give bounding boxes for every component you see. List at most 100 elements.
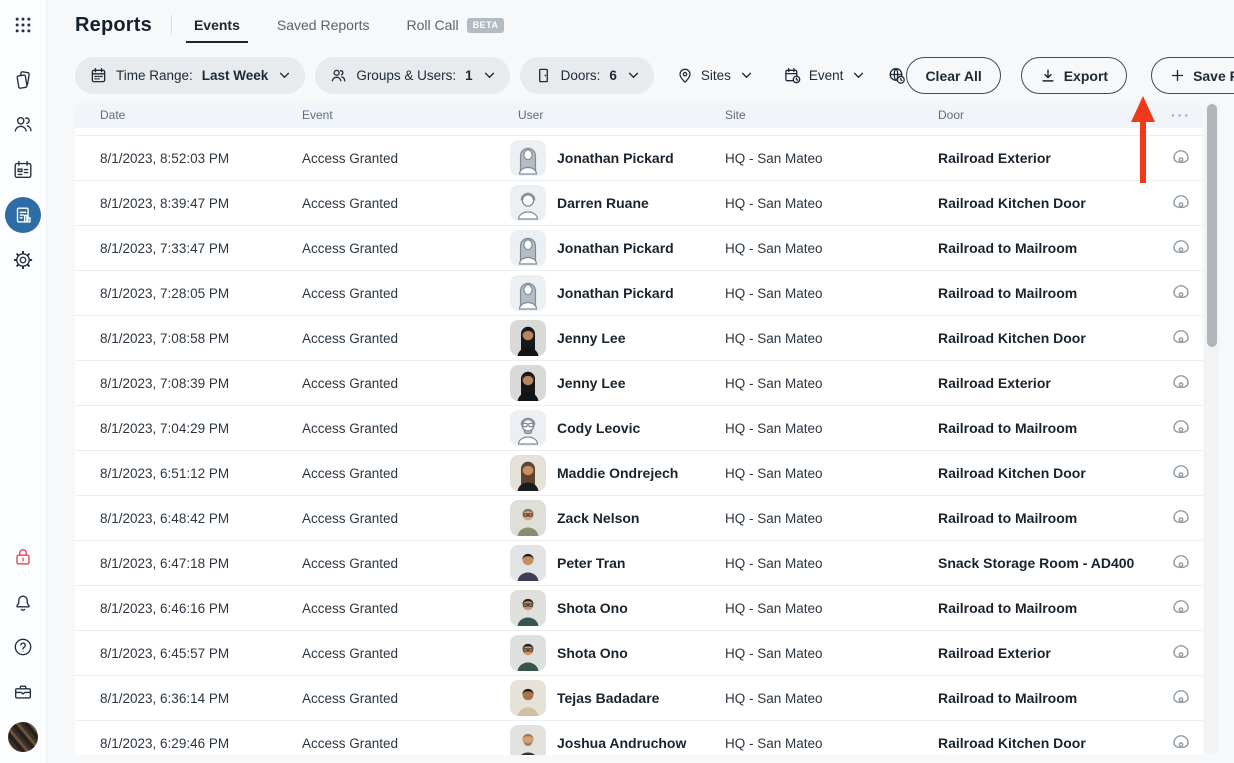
sidebar	[0, 0, 47, 763]
camera-icon[interactable]	[1171, 643, 1191, 663]
user-name: Joshua Andruchow	[557, 735, 686, 751]
cell-site: HQ - San Mateo	[725, 421, 938, 436]
camera-icon[interactable]	[1171, 463, 1191, 483]
table-row[interactable]: 8/1/2023, 6:48:42 PM Access Granted Zack…	[75, 495, 1203, 540]
cell-event: Access Granted	[302, 511, 510, 526]
tab-saved-reports[interactable]: Saved Reports	[274, 17, 373, 33]
doors-filter[interactable]: Doors: 6	[520, 57, 654, 94]
cell-user: Joshua Andruchow	[510, 725, 725, 755]
cell-event: Access Granted	[302, 601, 510, 616]
camera-icon[interactable]	[1171, 553, 1191, 573]
app-grid-icon[interactable]	[13, 15, 33, 35]
table-options-icon[interactable]: ···	[1171, 111, 1191, 119]
access-cards-icon[interactable]	[12, 69, 34, 91]
event-filter[interactable]: Event	[784, 67, 865, 84]
save-report-button[interactable]: Save Report	[1151, 57, 1234, 94]
camera-icon[interactable]	[1171, 328, 1191, 348]
user-avatar	[510, 500, 546, 536]
chevron-down-icon	[853, 72, 864, 79]
table-row[interactable]: 8/1/2023, 7:04:29 PM Access Granted Cody…	[75, 405, 1203, 450]
scrollbar-thumb[interactable]	[1207, 104, 1217, 347]
user-name: Shota Ono	[557, 600, 628, 616]
filter-bar: Time Range: Last Week Groups & Users: 1 …	[75, 57, 1214, 94]
tab-roll-call[interactable]: Roll Call BETA	[404, 17, 508, 33]
chevron-down-icon	[484, 72, 495, 79]
table-row[interactable]: 8/1/2023, 6:47:18 PM Access Granted Pete…	[75, 540, 1203, 585]
cell-event: Access Granted	[302, 466, 510, 481]
notifications-bell-icon[interactable]	[12, 591, 34, 613]
beta-badge: BETA	[467, 18, 505, 33]
user-avatar	[510, 230, 546, 266]
camera-icon[interactable]	[1171, 418, 1191, 438]
user-name: Cody Leovic	[557, 420, 640, 436]
camera-icon[interactable]	[1171, 148, 1191, 168]
cell-event: Access Granted	[302, 421, 510, 436]
table-row[interactable]: 8/1/2023, 7:33:47 PM Access Granted Jona…	[75, 225, 1203, 270]
download-icon	[1040, 68, 1056, 84]
table-row[interactable]: 8/1/2023, 6:29:46 PM Access Granted Josh…	[75, 720, 1203, 755]
camera-icon[interactable]	[1171, 733, 1191, 753]
tabs: Events Saved Reports Roll Call BETA	[191, 17, 508, 33]
door-icon	[535, 67, 552, 84]
user-name: Peter Tran	[557, 555, 625, 571]
user-name: Tejas Badadare	[557, 690, 659, 706]
cell-date: 8/1/2023, 6:46:16 PM	[100, 601, 302, 616]
cell-event: Access Granted	[302, 556, 510, 571]
user-avatar	[510, 410, 546, 446]
clear-all-button[interactable]: Clear All	[906, 57, 1000, 94]
cell-site: HQ - San Mateo	[725, 151, 938, 166]
cell-user: Jenny Lee	[510, 365, 725, 401]
calendar-icon[interactable]	[12, 159, 34, 181]
user-avatar	[510, 545, 546, 581]
devices-toolbox-icon[interactable]	[12, 681, 34, 703]
table-row[interactable]: 8/1/2023, 6:46:16 PM Access Granted Shot…	[75, 585, 1203, 630]
cell-event: Access Granted	[302, 151, 510, 166]
cell-user: Maddie Ondrejech	[510, 455, 725, 491]
cell-user: Peter Tran	[510, 545, 725, 581]
account-avatar[interactable]	[8, 722, 38, 752]
reports-icon[interactable]	[5, 197, 41, 233]
cell-user: Darren Ruane	[510, 185, 725, 221]
table-row[interactable]: 8/1/2023, 6:45:57 PM Access Granted Shot…	[75, 630, 1203, 675]
tab-events[interactable]: Events	[191, 17, 243, 33]
camera-icon[interactable]	[1171, 508, 1191, 528]
table-row[interactable]: 8/1/2023, 6:36:14 PM Access Granted Teja…	[75, 675, 1203, 720]
lockdown-lock-icon[interactable]	[12, 546, 34, 568]
table-row[interactable]: 8/1/2023, 6:51:12 PM Access Granted Madd…	[75, 450, 1203, 495]
camera-icon[interactable]	[1171, 373, 1191, 393]
table-row[interactable]: 8/1/2023, 8:39:47 PM Access Granted Darr…	[75, 180, 1203, 225]
cell-event: Access Granted	[302, 241, 510, 256]
time-range-filter[interactable]: Time Range: Last Week	[75, 57, 305, 94]
cell-date: 8/1/2023, 6:51:12 PM	[100, 466, 302, 481]
sites-filter[interactable]: Sites	[677, 68, 752, 84]
camera-icon[interactable]	[1171, 193, 1191, 213]
camera-icon[interactable]	[1171, 238, 1191, 258]
cell-user: Jenny Lee	[510, 320, 725, 356]
cell-site: HQ - San Mateo	[725, 736, 938, 751]
cell-date: 8/1/2023, 6:47:18 PM	[100, 556, 302, 571]
table-row[interactable]: 8/1/2023, 7:08:58 PM Access Granted Jenn…	[75, 315, 1203, 360]
table-row[interactable]: 8/1/2023, 8:52:03 PM Access Granted Jona…	[75, 135, 1203, 180]
table-row[interactable]: 8/1/2023, 7:28:05 PM Access Granted Jona…	[75, 270, 1203, 315]
settings-gear-icon[interactable]	[12, 249, 34, 271]
camera-icon[interactable]	[1171, 688, 1191, 708]
chevron-down-icon	[279, 72, 290, 79]
cell-door: Railroad Kitchen Door	[938, 735, 1165, 751]
camera-icon[interactable]	[1171, 598, 1191, 618]
timezone-globe-icon[interactable]	[888, 67, 906, 85]
camera-icon[interactable]	[1171, 283, 1191, 303]
user-name: Jenny Lee	[557, 330, 625, 346]
user-avatar	[510, 185, 546, 221]
table-row[interactable]: 8/1/2023, 7:08:39 PM Access Granted Jenn…	[75, 360, 1203, 405]
cell-door: Railroad to Mailroom	[938, 600, 1165, 616]
users-icon[interactable]	[12, 113, 34, 135]
export-button[interactable]: Export	[1021, 57, 1127, 94]
event-calendar-clock-icon	[784, 67, 801, 84]
groups-users-filter[interactable]: Groups & Users: 1	[315, 57, 509, 94]
cell-site: HQ - San Mateo	[725, 196, 938, 211]
user-avatar	[510, 680, 546, 716]
cell-door: Railroad to Mailroom	[938, 690, 1165, 706]
cell-user: Shota Ono	[510, 590, 725, 626]
help-icon[interactable]	[12, 636, 34, 658]
cell-date: 8/1/2023, 7:28:05 PM	[100, 286, 302, 301]
